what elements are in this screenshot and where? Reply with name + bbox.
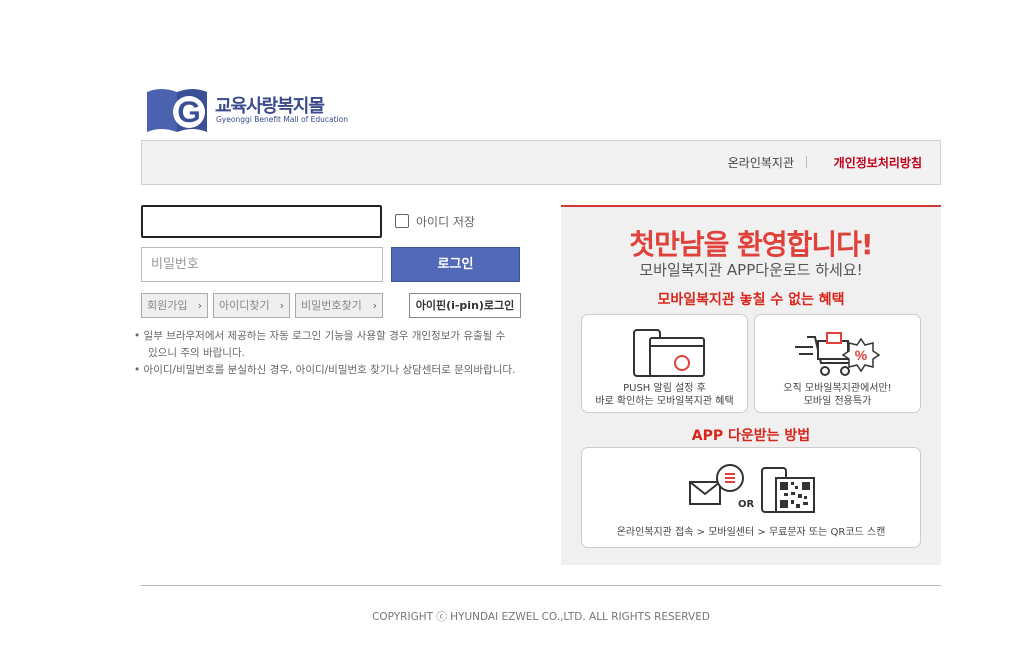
ipin-login-button[interactable]: 아이핀(i-pin)로그인 (409, 293, 521, 318)
notice-line-3: • 아이디/비밀번호를 분실하신 경우, 아이디/비밀번호 찾기나 상담센터로 … (134, 364, 516, 376)
login-button[interactable]: 로그인 (391, 247, 520, 282)
benefit-card-exclusive: % 오직 모바일복지관에서만! 모바일 전용특가 (754, 314, 921, 413)
top-bar: 온라인복지관 개인정보처리방침 (141, 140, 941, 185)
card1-line2: 바로 확인하는 모바일복지관 혜택 (595, 396, 734, 407)
qr-code-phone-icon (761, 467, 815, 513)
shopping-cart-discount-icon: % (795, 332, 881, 376)
footer-divider (141, 585, 941, 586)
download-heading: APP 다운받는 방법 (691, 428, 811, 444)
card2-line2: 모바일 전용특가 (803, 396, 872, 407)
find-id-button[interactable]: 아이디찾기 › (213, 293, 290, 318)
card2-line1: 오직 모바일복지관에서만! (783, 383, 892, 394)
promo-title: 첫만남을 환영합니다! (629, 228, 873, 261)
logo-book-icon: G (147, 89, 207, 132)
notice-line-2: 있으니 주의 바랍니다. (148, 347, 245, 359)
card1-line1: PUSH 알림 설정 후 (623, 383, 706, 394)
or-label: OR (738, 499, 755, 510)
phone-tablet-icon (633, 329, 705, 377)
svg-text:G: G (177, 96, 200, 129)
privacy-policy-link[interactable]: 개인정보처리방침 (834, 154, 922, 171)
find-password-button[interactable]: 비밀번호찾기 › (295, 293, 383, 318)
save-id-label[interactable]: 아이디 저장 (416, 213, 475, 230)
find-id-label: 아이디찾기 (219, 299, 270, 312)
online-welfare-link[interactable]: 온라인복지관 (728, 154, 794, 171)
save-id-checkbox[interactable] (395, 214, 409, 228)
copyright: COPYRIGHT ⓒ HYUNDAI EZWEL CO.,LTD. ALL R… (372, 611, 710, 623)
download-steps: 온라인복지관 접속 > 모바일센터 > 무료문자 또는 QR코드 스캔 (616, 527, 886, 538)
svg-text:%: % (855, 347, 868, 363)
promo-subtitle: 모바일복지관 APP다운로드 하세요! (639, 261, 863, 279)
benefit-heading: 모바일복지관 놓칠 수 없는 혜택 (657, 292, 845, 308)
join-button[interactable]: 회원가입 › (141, 293, 208, 318)
chevron-right-icon: › (372, 299, 377, 312)
divider (806, 156, 807, 168)
notice-line-1: • 일부 브라우저에서 제공하는 자동 로그인 기능을 사용할 경우 개인정보가… (134, 330, 506, 342)
app-promo-panel: 첫만남을 환영합니다! 모바일복지관 APP다운로드 하세요! 모바일복지관 놓… (561, 205, 941, 565)
download-method-card: OR 온라인복지관 접속 > 모바일센터 > 무료문자 또는 QR코드 스캔 (581, 447, 921, 548)
benefit-card-push: PUSH 알림 설정 후 바로 확인하는 모바일복지관 혜택 (581, 314, 748, 413)
password-input[interactable] (141, 247, 383, 282)
find-password-label: 비밀번호찾기 (301, 299, 362, 312)
id-input[interactable] (141, 205, 382, 238)
logo-subtitle: Gyeonggi Benefit Mall of Education (216, 115, 348, 124)
join-button-label: 회원가입 (147, 299, 188, 312)
chevron-right-icon: › (197, 299, 202, 312)
chevron-right-icon: › (279, 299, 284, 312)
